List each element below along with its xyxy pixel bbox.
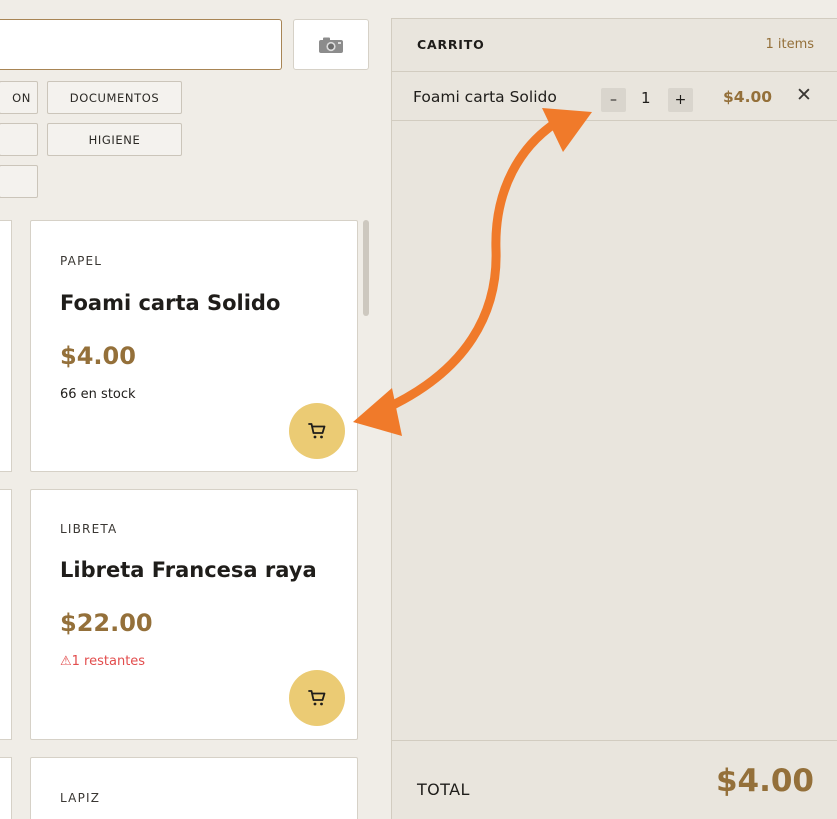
remove-item-icon[interactable]: ✕: [796, 86, 812, 105]
category-pill-partial[interactable]: ON: [0, 81, 38, 114]
product-card-partial[interactable]: [0, 757, 12, 819]
cart-item-quantity: 1: [641, 89, 651, 107]
category-pill-higiene[interactable]: HIGIENE: [47, 123, 182, 156]
decrease-quantity-button[interactable]: –: [601, 88, 626, 112]
add-to-cart-button[interactable]: [289, 403, 345, 459]
cart-item-name: Foami carta Solido: [413, 88, 557, 106]
category-pill-partial[interactable]: [0, 165, 38, 198]
cart-item-price: $4.00: [723, 88, 773, 106]
cart-panel: CARRITO 1 items Foami carta Solido – 1 +…: [391, 18, 837, 819]
product-price: $4.00: [60, 342, 136, 370]
cart-item-count: 1 items: [765, 37, 814, 52]
cart-title: CARRITO: [417, 37, 485, 52]
category-pill-partial[interactable]: [0, 123, 38, 156]
cart-icon: [308, 690, 326, 706]
product-stock-warning: ⚠1 restantes: [60, 654, 146, 669]
product-category: LAPIZ: [60, 791, 101, 805]
add-to-cart-button[interactable]: [289, 670, 345, 726]
product-card[interactable]: PAPEL Foami carta Solido $4.00 66 en sto…: [30, 220, 358, 472]
scrollbar-thumb[interactable]: [363, 220, 369, 316]
cart-footer: TOTAL $4.00: [392, 740, 837, 819]
product-card[interactable]: LAPIZ: [30, 757, 358, 819]
product-category: PAPEL: [60, 254, 103, 268]
cart-item: Foami carta Solido – 1 + $4.00 ✕: [392, 72, 837, 121]
product-price: $22.00: [60, 609, 153, 637]
product-category: LIBRETA: [60, 522, 118, 536]
camera-icon: [319, 37, 343, 53]
product-card-partial[interactable]: [0, 489, 12, 740]
camera-button[interactable]: [293, 19, 369, 70]
product-stock: 66 en stock: [60, 387, 136, 402]
cart-icon: [308, 423, 326, 439]
product-name: Foami carta Solido: [60, 291, 281, 315]
total-value: $4.00: [715, 763, 814, 799]
product-name: Libreta Francesa raya: [60, 558, 317, 582]
product-card-partial[interactable]: [0, 220, 12, 472]
search-input[interactable]: [0, 19, 282, 70]
total-label: TOTAL: [417, 780, 470, 799]
cart-header: CARRITO 1 items: [392, 19, 837, 72]
increase-quantity-button[interactable]: +: [668, 88, 693, 112]
category-pill-documentos[interactable]: DOCUMENTOS: [47, 81, 182, 114]
product-card[interactable]: LIBRETA Libreta Francesa raya $22.00 ⚠1 …: [30, 489, 358, 740]
